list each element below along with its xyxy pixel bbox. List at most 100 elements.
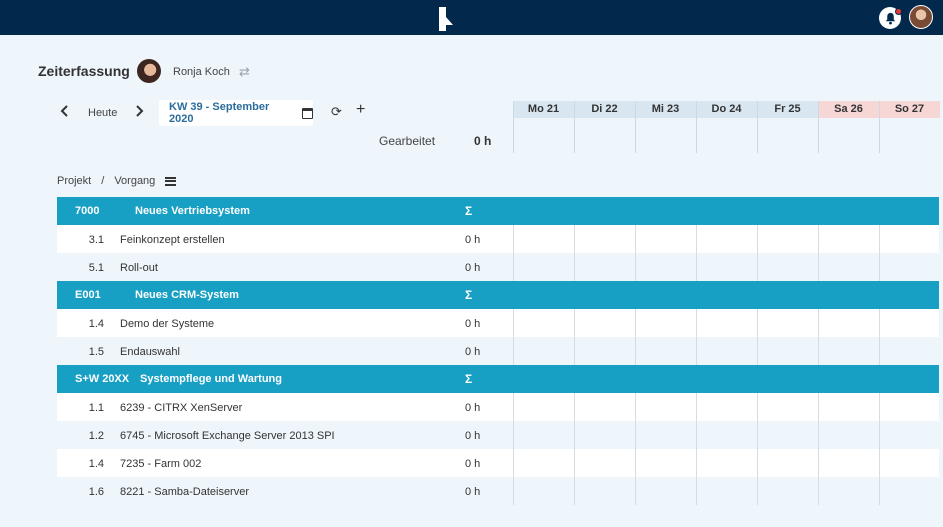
- time-entry-cell[interactable]: [635, 449, 696, 477]
- task-hours-total: 0 h: [465, 346, 481, 358]
- time-entry-cell[interactable]: [818, 421, 879, 449]
- time-entry-cell[interactable]: [513, 393, 574, 421]
- time-entry-cell[interactable]: [696, 477, 757, 505]
- time-entry-cell[interactable]: [635, 421, 696, 449]
- time-entry-cell[interactable]: [574, 309, 635, 337]
- time-entry-cell[interactable]: [513, 225, 574, 253]
- worked-total: 0 h: [474, 134, 492, 148]
- app-logo-icon[interactable]: [437, 7, 455, 31]
- time-entry-cell[interactable]: [513, 449, 574, 477]
- time-entry-cell[interactable]: [757, 253, 818, 281]
- time-entry-cell[interactable]: [757, 393, 818, 421]
- day-header: Di 22: [574, 101, 635, 118]
- time-entry-cell[interactable]: [696, 449, 757, 477]
- time-entry-cell[interactable]: [757, 477, 818, 505]
- time-entry-cell[interactable]: [635, 253, 696, 281]
- task-hours-total: 0 h: [465, 402, 481, 414]
- time-entry-cell[interactable]: [574, 449, 635, 477]
- project-header-row[interactable]: S+W 20XX Systempflege und Wartung Σ: [57, 365, 939, 393]
- time-entry-cell[interactable]: [757, 421, 818, 449]
- task-hours-total: 0 h: [465, 486, 481, 498]
- time-entry-cell[interactable]: [818, 253, 879, 281]
- day-column-divider: [879, 101, 880, 153]
- time-entry-cell[interactable]: [757, 449, 818, 477]
- time-entry-cell[interactable]: [696, 309, 757, 337]
- task-name: 6745 - Microsoft Exchange Server 2013 SP…: [120, 430, 335, 442]
- today-button[interactable]: Heute: [88, 107, 117, 119]
- refresh-icon[interactable]: ⟳: [331, 104, 342, 120]
- project-header-row[interactable]: E001 Neues CRM-System Σ: [57, 281, 939, 309]
- notifications-button[interactable]: [879, 7, 902, 29]
- time-entry-cell[interactable]: [879, 477, 940, 505]
- day-column-divider: [574, 101, 575, 153]
- breadcrumb-task[interactable]: Vorgang: [114, 175, 155, 187]
- day-column-divider: [818, 101, 819, 153]
- time-entry-cell[interactable]: [879, 449, 940, 477]
- time-entry-cell[interactable]: [818, 477, 879, 505]
- notification-badge: [895, 8, 902, 15]
- time-entry-cell[interactable]: [696, 337, 757, 365]
- day-header: Fr 25: [757, 101, 818, 118]
- time-entry-cell[interactable]: [696, 225, 757, 253]
- project-name: Systempflege und Wartung: [140, 373, 282, 385]
- time-entry-cell[interactable]: [635, 393, 696, 421]
- time-entry-cell[interactable]: [574, 337, 635, 365]
- task-number: 1.5: [88, 346, 104, 358]
- task-name: Demo der Systeme: [120, 318, 215, 330]
- list-icon[interactable]: [165, 176, 177, 186]
- time-entry-cell[interactable]: [818, 309, 879, 337]
- time-entry-cell[interactable]: [574, 421, 635, 449]
- day-column-divider: [635, 101, 636, 153]
- time-entry-cell[interactable]: [574, 225, 635, 253]
- task-name: Feinkonzept erstellen: [120, 234, 225, 246]
- time-entry-cell[interactable]: [757, 225, 818, 253]
- day-header: Mo 21: [513, 101, 574, 118]
- breadcrumb-project[interactable]: Projekt: [57, 175, 91, 187]
- day-column-divider: [513, 101, 514, 153]
- time-entry-cell[interactable]: [818, 449, 879, 477]
- project-name: Neues CRM-System: [135, 289, 239, 301]
- worked-label: Gearbeitet: [379, 134, 436, 148]
- time-entry-cell[interactable]: [757, 309, 818, 337]
- project-code: 7000: [75, 205, 100, 217]
- task-number: 1.4: [88, 458, 104, 470]
- time-entry-cell[interactable]: [574, 393, 635, 421]
- time-entry-cell[interactable]: [513, 253, 574, 281]
- page-title: Zeiterfassung: [38, 63, 130, 79]
- time-entry-cell[interactable]: [513, 477, 574, 505]
- time-entry-cell[interactable]: [574, 253, 635, 281]
- time-entry-cell[interactable]: [696, 393, 757, 421]
- time-entry-cell[interactable]: [879, 421, 940, 449]
- time-entry-cell[interactable]: [635, 225, 696, 253]
- time-entry-cell[interactable]: [513, 337, 574, 365]
- project-header-row[interactable]: 7000 Neues Vertriebsystem Σ: [57, 197, 939, 225]
- time-entry-cell[interactable]: [696, 421, 757, 449]
- time-entry-cell[interactable]: [818, 337, 879, 365]
- next-week-button[interactable]: [134, 104, 144, 121]
- time-entry-cell[interactable]: [574, 477, 635, 505]
- time-entry-cell[interactable]: [635, 337, 696, 365]
- time-entry-cell[interactable]: [635, 477, 696, 505]
- time-entry-cell[interactable]: [513, 421, 574, 449]
- time-entry-cell[interactable]: [879, 393, 940, 421]
- day-header: Sa 26: [818, 101, 879, 118]
- swap-icon[interactable]: ⇄: [239, 64, 250, 80]
- week-picker[interactable]: KW 39 - September 2020: [159, 100, 313, 126]
- sigma-icon: Σ: [465, 372, 473, 386]
- account-avatar[interactable]: [909, 5, 933, 29]
- time-entry-cell[interactable]: [635, 309, 696, 337]
- project-code: S+W 20XX: [75, 373, 130, 385]
- previous-week-button[interactable]: [60, 104, 70, 121]
- time-entry-cell[interactable]: [513, 309, 574, 337]
- plus-icon[interactable]: +: [356, 101, 365, 119]
- time-entry-cell[interactable]: [879, 253, 940, 281]
- time-entry-cell[interactable]: [879, 225, 940, 253]
- task-number: 1.6: [88, 486, 104, 498]
- time-entry-cell[interactable]: [696, 253, 757, 281]
- time-entry-cell[interactable]: [757, 337, 818, 365]
- time-entry-cell[interactable]: [818, 393, 879, 421]
- task-hours-total: 0 h: [465, 430, 481, 442]
- time-entry-cell[interactable]: [818, 225, 879, 253]
- time-entry-cell[interactable]: [879, 337, 940, 365]
- time-entry-cell[interactable]: [879, 309, 940, 337]
